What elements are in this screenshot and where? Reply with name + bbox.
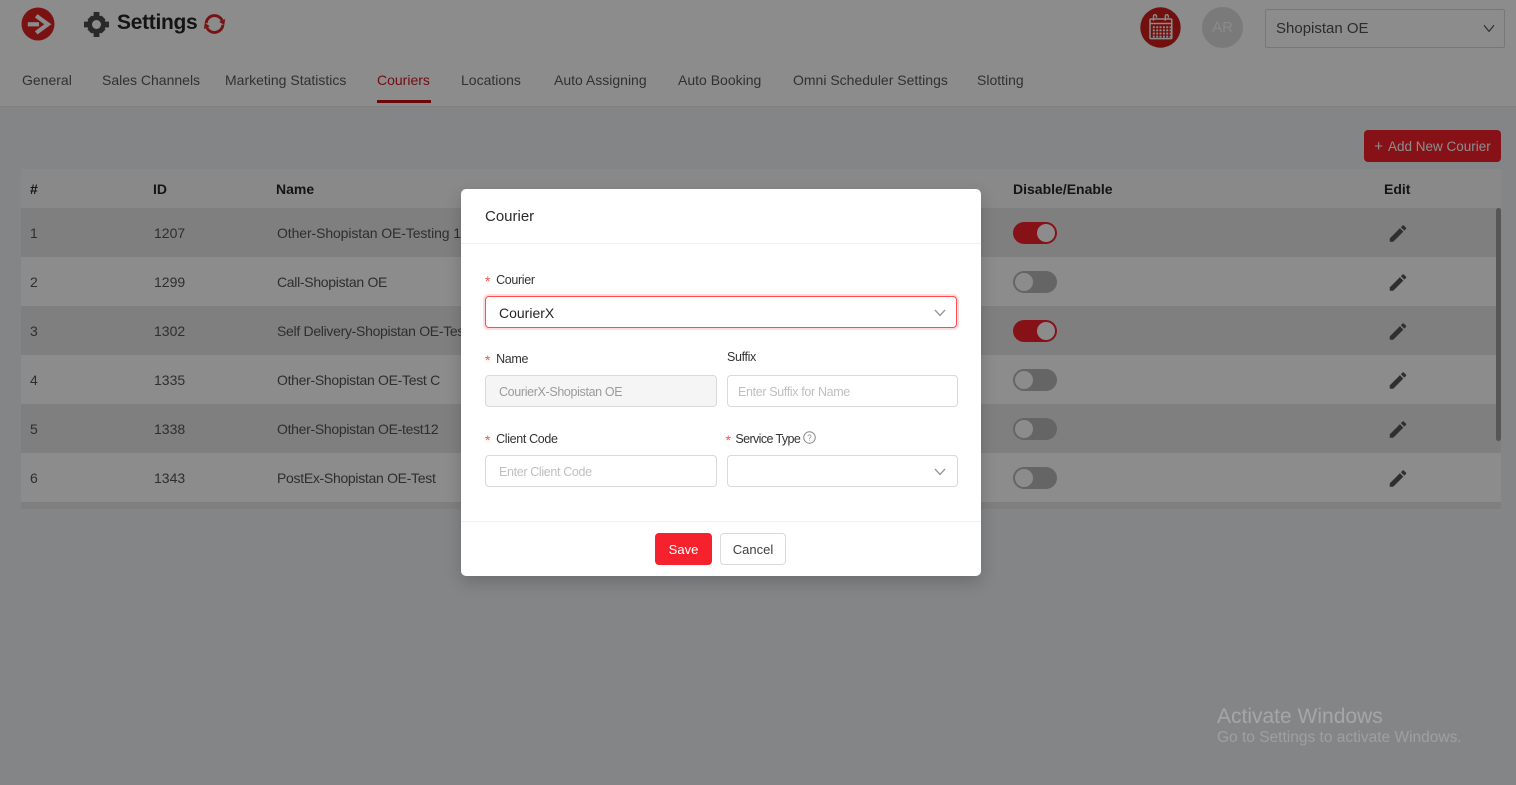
svg-text:?: ?: [807, 433, 812, 442]
